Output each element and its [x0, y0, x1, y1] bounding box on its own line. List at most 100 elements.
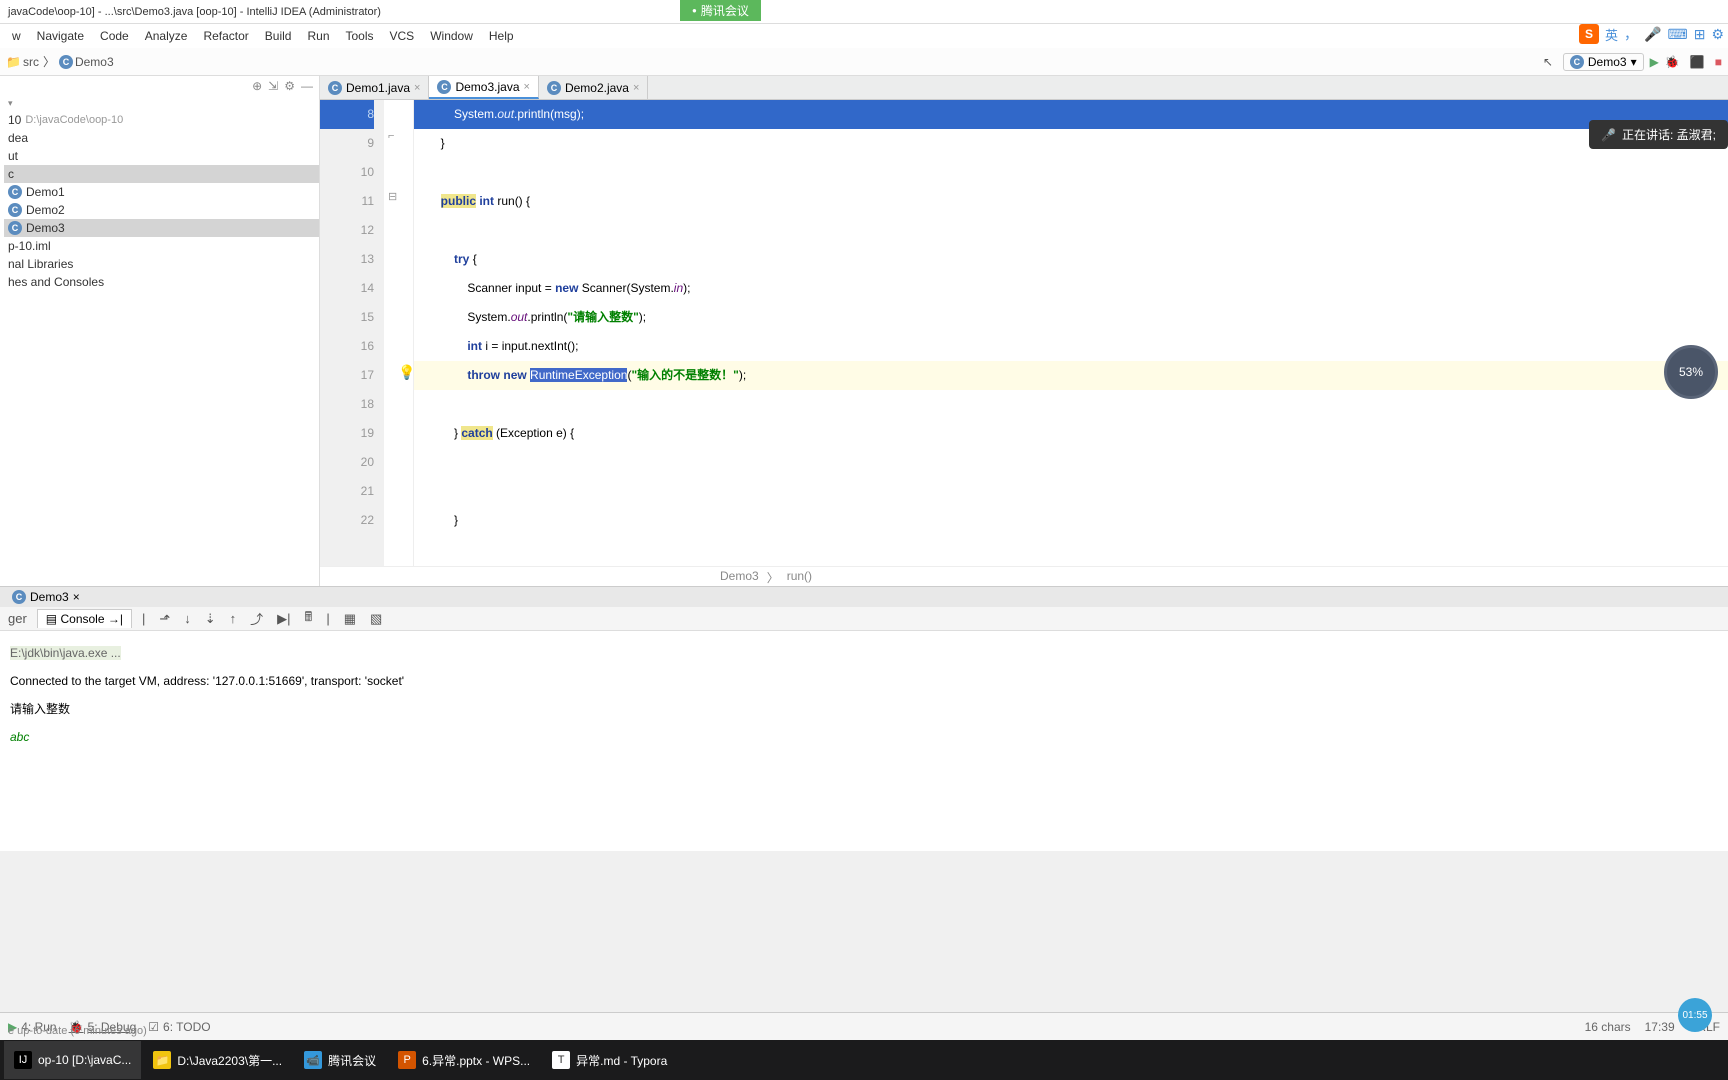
separator2: | — [322, 609, 333, 628]
mic-icon: 🎤 — [1601, 128, 1616, 142]
main-area: ⊕ ⇲ ⚙ — ▾ 10 D:\javaCode\oop-10 dea ut c… — [0, 76, 1728, 586]
coverage-button[interactable]: ⬛ — [1686, 53, 1709, 71]
run-button[interactable]: ▶ — [1650, 55, 1659, 69]
class-icon: C — [8, 203, 22, 217]
menu-navigate[interactable]: Navigate — [29, 27, 92, 45]
evaluate-icon[interactable]: 🖩 — [301, 606, 317, 632]
taskbar-intellij[interactable]: IJ op-10 [D:\javaC... — [4, 1041, 141, 1079]
debug-session-tab[interactable]: C Demo3 × — [4, 588, 88, 606]
code-content[interactable]: System.out.println(msg); } public int ru… — [414, 100, 1728, 566]
menu-tools[interactable]: Tools — [338, 27, 382, 45]
class-icon: C — [59, 55, 73, 69]
intention-bulb-icon[interactable]: 💡 — [398, 364, 415, 381]
class-icon: C — [328, 81, 342, 95]
tree-c[interactable]: c — [4, 165, 319, 183]
member-breadcrumb[interactable]: Demo3〉 run() — [320, 566, 1728, 586]
menu-analyze[interactable]: Analyze — [137, 27, 196, 45]
close-icon[interactable]: × — [633, 82, 639, 94]
status-bar: ▶ 4: Run 🐞 5: Debug ☑ 6: TODO 16 chars 1… — [0, 1012, 1728, 1040]
debug-button[interactable]: 🐞 — [1665, 55, 1680, 69]
code-editor[interactable]: 8910 111213 141516 171819 202122 ⌐ ⊟ 💡 S… — [320, 100, 1728, 566]
ime-keyboard-icon[interactable]: ⌨ — [1667, 26, 1687, 43]
typora-icon: T — [552, 1051, 570, 1069]
force-step-icon[interactable]: ⇣ — [201, 609, 220, 629]
tab-demo2[interactable]: C Demo2.java × — [539, 76, 648, 99]
ime-tool-icon[interactable]: ⊞ — [1694, 26, 1706, 43]
debugger-tab[interactable]: ger — [4, 609, 31, 628]
console-connected: Connected to the target VM, address: '12… — [10, 667, 1718, 695]
tree-root[interactable]: 10 D:\javaCode\oop-10 — [4, 111, 319, 129]
class-icon: C — [437, 80, 451, 94]
tree-demo3[interactable]: CDemo3 — [4, 219, 319, 237]
run-config-selector[interactable]: C Demo3 ▾ — [1563, 53, 1644, 71]
breadcrumb-src[interactable]: 📁 src — [6, 55, 39, 69]
tree-idea[interactable]: dea — [4, 129, 319, 147]
close-icon[interactable]: × — [524, 81, 530, 93]
meeting-badge[interactable]: 腾讯会议 — [680, 0, 761, 21]
menu-help[interactable]: Help — [481, 27, 522, 45]
status-time: 17:39 — [1645, 1020, 1675, 1034]
collapse-icon[interactable]: ⇲ — [268, 79, 278, 93]
drop-frame-icon[interactable]: ⤴ — [246, 607, 267, 630]
console-tab[interactable]: ▤ Console →| — [37, 609, 132, 628]
taskbar-typora[interactable]: T 异常.md - Typora — [542, 1041, 677, 1079]
sogou-icon[interactable]: S — [1579, 24, 1599, 44]
tab-demo1[interactable]: C Demo1.java × — [320, 76, 429, 99]
windows-taskbar[interactable]: IJ op-10 [D:\javaC... 📁 D:\Java2203\第一..… — [0, 1040, 1728, 1080]
close-icon[interactable]: × — [73, 590, 80, 604]
lang-text[interactable]: 英 — [1605, 25, 1618, 44]
fold-end-icon[interactable]: ⌐ — [388, 130, 394, 142]
menu-code[interactable]: Code — [92, 27, 137, 45]
tree-ut[interactable]: ut — [4, 147, 319, 165]
percent-indicator[interactable]: 53% — [1664, 345, 1718, 399]
tree-demo2[interactable]: CDemo2 — [4, 201, 319, 219]
run-to-cursor-icon[interactable]: ▶| — [273, 609, 294, 629]
gear-icon[interactable]: ⚙ — [284, 79, 295, 93]
meeting-icon: 📹 — [304, 1051, 322, 1069]
separator: | — [138, 609, 149, 628]
chevron-down-icon: ▾ — [1631, 55, 1637, 69]
close-icon[interactable]: × — [414, 82, 420, 94]
target-icon[interactable]: ⊕ — [252, 79, 262, 93]
menu-view[interactable]: w — [4, 27, 29, 45]
menu-build[interactable]: Build — [257, 27, 300, 45]
folder-icon: 📁 — [6, 55, 21, 69]
back-nav-icon[interactable]: ↖ — [1539, 53, 1557, 71]
tree-dropdown[interactable]: ▾ — [4, 96, 319, 111]
window-title: javaCode\oop-10] - ...\src\Demo3.java [o… — [8, 6, 381, 18]
console-output[interactable]: E:\jdk\bin\java.exe ... Connected to the… — [0, 631, 1728, 851]
step-into-icon[interactable]: ↓ — [180, 609, 195, 628]
todo-tool-tab[interactable]: ☑ 6: TODO — [148, 1020, 210, 1034]
class-icon: C — [547, 81, 561, 95]
hide-icon[interactable]: — — [301, 79, 313, 93]
step-out-icon[interactable]: ↑ — [226, 609, 241, 628]
tree-libs[interactable]: nal Libraries — [4, 255, 319, 273]
project-tree[interactable]: ▾ 10 D:\javaCode\oop-10 dea ut c CDemo1 … — [0, 96, 319, 291]
class-icon: C — [8, 185, 22, 199]
menu-vcs[interactable]: VCS — [382, 27, 423, 45]
step-over-icon[interactable]: ⬏ — [155, 609, 174, 629]
console-input[interactable]: abc — [10, 723, 1718, 751]
tree-iml[interactable]: p-10.iml — [4, 237, 319, 255]
fold-start-icon[interactable]: ⊟ — [388, 190, 397, 203]
menu-run[interactable]: Run — [299, 27, 337, 45]
breadcrumb-demo3[interactable]: C Demo3 — [59, 55, 114, 69]
layout-icon[interactable]: ▦ — [340, 609, 360, 629]
clock-badge[interactable]: 01:55 — [1678, 998, 1712, 1032]
menu-refactor[interactable]: Refactor — [195, 27, 256, 45]
tree-demo1[interactable]: CDemo1 — [4, 183, 319, 201]
project-sidebar[interactable]: ⊕ ⇲ ⚙ — ▾ 10 D:\javaCode\oop-10 dea ut c… — [0, 76, 320, 586]
ime-indicator: S 英 ， 🎤 ⌨ ⊞ ⚙ — [1579, 24, 1724, 44]
menu-window[interactable]: Window — [422, 27, 481, 45]
ime-comma-icon[interactable]: ， — [1624, 24, 1638, 44]
ime-mic-icon[interactable]: 🎤 — [1644, 26, 1661, 43]
taskbar-wps[interactable]: P 6.异常.pptx - WPS... — [388, 1041, 540, 1079]
layout2-icon[interactable]: ▧ — [366, 609, 386, 629]
menu-bar: w Navigate Code Analyze Refactor Build R… — [0, 24, 1728, 48]
stop-button[interactable]: ■ — [1715, 55, 1722, 69]
taskbar-meeting[interactable]: 📹 腾讯会议 — [294, 1041, 386, 1079]
taskbar-explorer[interactable]: 📁 D:\Java2203\第一... — [143, 1041, 292, 1079]
tree-consoles[interactable]: hes and Consoles — [4, 273, 319, 291]
tab-demo3[interactable]: C Demo3.java × — [429, 76, 538, 99]
ime-settings-icon[interactable]: ⚙ — [1711, 26, 1724, 43]
